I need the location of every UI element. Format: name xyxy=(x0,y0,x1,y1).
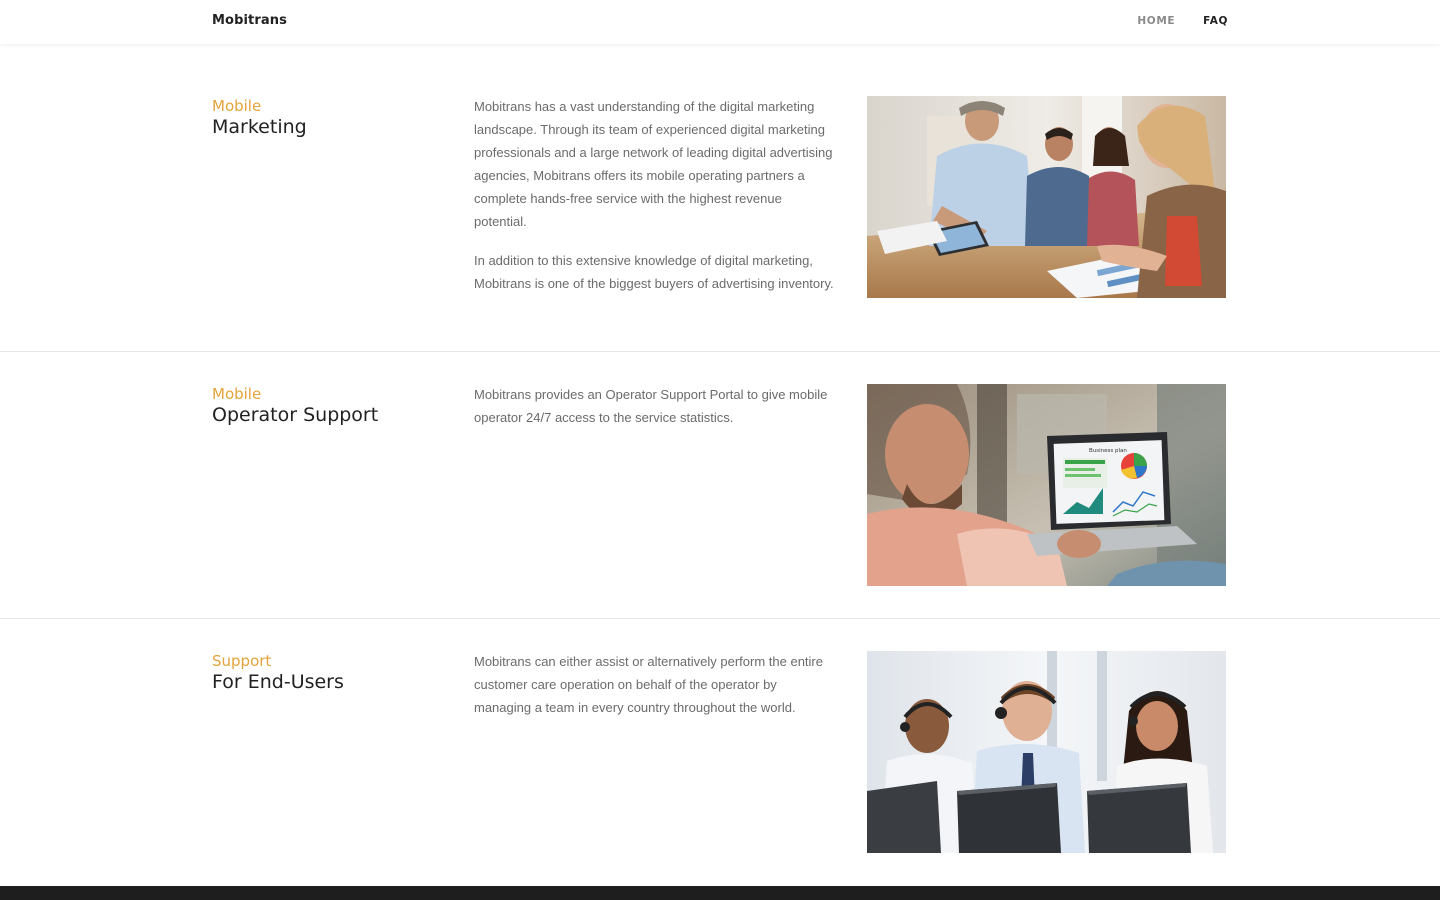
laptop-screen-title: Business plan xyxy=(1089,448,1127,454)
section-title: Mobile Operator Support xyxy=(212,384,378,426)
section-body: Mobitrans can either assist or alternati… xyxy=(474,650,836,735)
nav-link-home[interactable]: HOME xyxy=(1137,15,1175,27)
nav-link-faq[interactable]: FAQ xyxy=(1203,15,1228,27)
section-title: Support For End-Users xyxy=(212,651,344,693)
main-nav: HOME FAQ xyxy=(1137,15,1228,27)
team-meeting-photo xyxy=(867,96,1226,298)
section-title: Mobile Marketing xyxy=(212,96,307,138)
call-center-photo xyxy=(867,651,1226,853)
section-mobile-marketing: Mobile Marketing Mobitrans has a vast un… xyxy=(0,44,1440,352)
page-footer xyxy=(0,886,1440,900)
section-heading: Marketing xyxy=(212,116,307,138)
section-paragraph: Mobitrans has a vast understanding of th… xyxy=(474,99,833,229)
section-kicker: Mobile xyxy=(212,385,262,403)
section-heading: Operator Support xyxy=(212,404,379,426)
section-body: Mobitrans has a vast understanding of th… xyxy=(474,95,836,311)
section-paragraph: In addition to this extensive knowledge … xyxy=(474,253,834,291)
section-operator-support: Mobile Operator Support Mobitrans provid… xyxy=(0,352,1440,619)
section-paragraph: Mobitrans can either assist or alternati… xyxy=(474,654,823,715)
top-navbar: Mobitrans HOME FAQ xyxy=(0,0,1440,44)
section-end-user-support: Support For End-Users Mobitrans can eith… xyxy=(0,619,1440,886)
section-paragraph: Mobitrans provides an Operator Support P… xyxy=(474,387,828,425)
section-kicker: Mobile xyxy=(212,97,262,115)
section-heading: For End-Users xyxy=(212,671,344,693)
section-kicker: Support xyxy=(212,652,272,670)
brand-logo-link[interactable]: Mobitrans xyxy=(212,13,287,28)
section-body: Mobitrans provides an Operator Support P… xyxy=(474,383,836,445)
laptop-analytics-photo: Business plan xyxy=(867,384,1226,586)
